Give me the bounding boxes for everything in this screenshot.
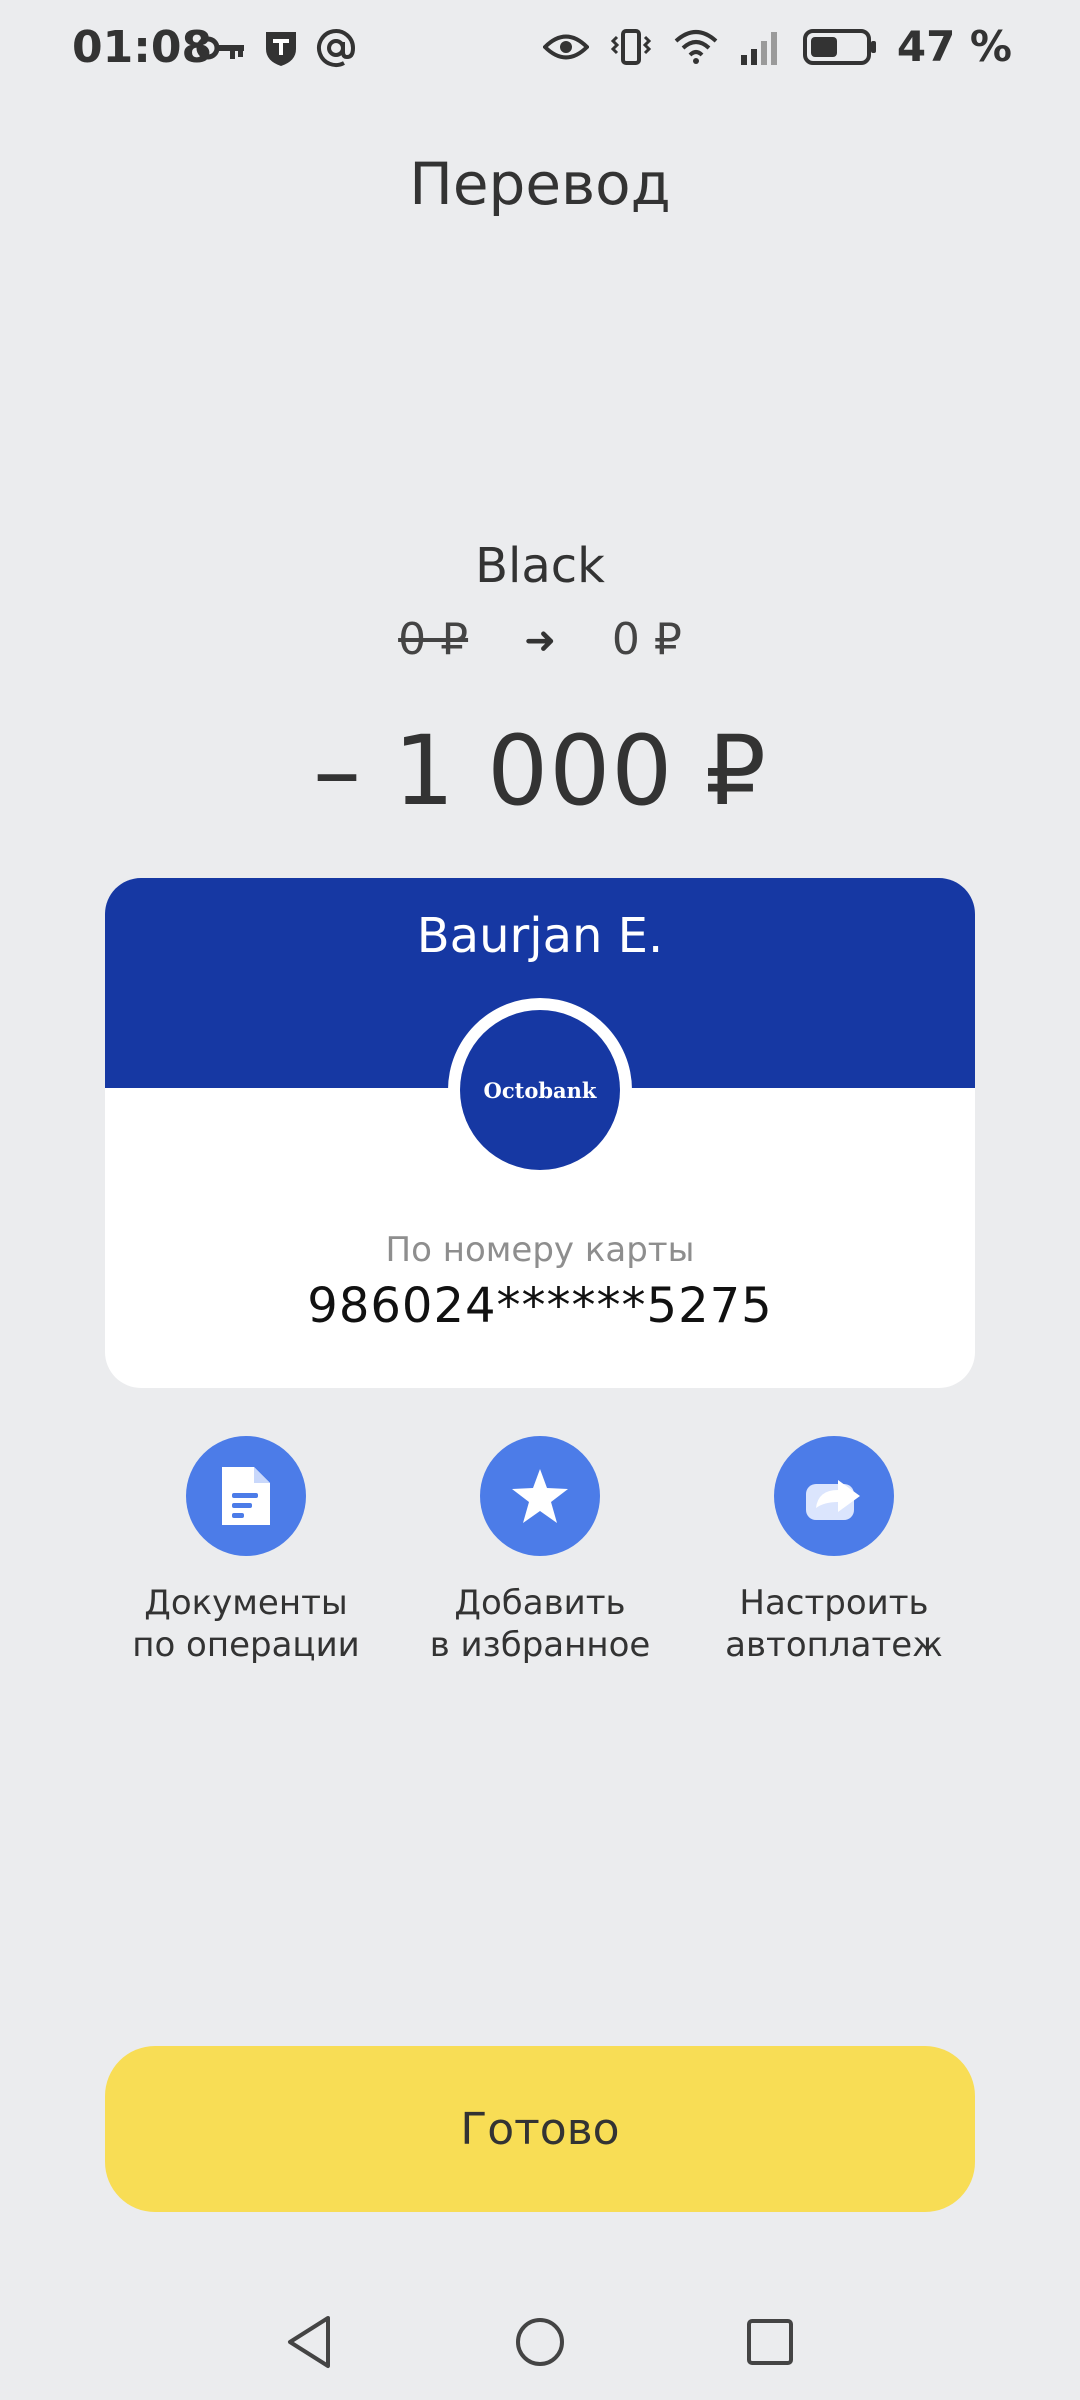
transfer-method: По номеру карты <box>385 1230 695 1270</box>
star-icon[interactable] <box>480 1436 600 1556</box>
key-icon <box>196 36 244 60</box>
bank-logo: Octobank <box>460 1010 620 1170</box>
status-right: 47 % <box>542 22 1012 71</box>
battery-icon <box>802 28 876 65</box>
navigation-bar <box>0 2300 1080 2384</box>
autopay-icon[interactable] <box>774 1436 894 1556</box>
eye-icon <box>542 34 589 59</box>
page-title: Перевод <box>409 150 671 218</box>
documents-action[interactable]: Документы по операции <box>106 1436 386 1666</box>
documents-action-label: Документы по операции <box>132 1583 360 1665</box>
recents-icon[interactable] <box>746 2318 794 2366</box>
wifi-icon <box>674 29 718 64</box>
balance-after: 0 ₽ <box>611 614 682 665</box>
signal-icon <box>740 31 777 65</box>
back-icon[interactable] <box>284 2314 334 2370</box>
done-button[interactable]: Готово <box>105 2046 975 2212</box>
add-favorite-action[interactable]: Добавить в избранное <box>400 1436 680 1666</box>
document-icon[interactable] <box>186 1436 306 1556</box>
battery-percent: 47 % <box>896 22 1012 71</box>
balance-before: 0 ₽ <box>398 614 469 665</box>
card-number: 986024******5275 <box>307 1278 773 1334</box>
vibrate-icon <box>610 28 651 65</box>
arrow-right-icon: ➜ <box>524 617 556 662</box>
recipient-card: Baurjan E. Octobank По номеру карты 9860… <box>105 878 975 1388</box>
at-icon <box>317 29 356 67</box>
autopay-action-label: Настроить автоплатеж <box>725 1583 943 1665</box>
account-name: Black <box>475 538 605 594</box>
status-bar: 01:08 47 % <box>0 0 1080 104</box>
transfer-amount: – 1 000 ₽ <box>313 715 767 827</box>
add-favorite-action-label: Добавить в избранное <box>429 1583 651 1665</box>
recipient-name: Baurjan E. <box>416 908 664 964</box>
status-time: 01:08 <box>72 22 213 73</box>
shield-t-icon <box>266 32 296 66</box>
status-left-icons <box>196 28 356 68</box>
bank-logo-text: Octobank <box>483 1077 597 1103</box>
home-icon[interactable] <box>514 2316 566 2368</box>
autopay-action[interactable]: Настроить автоплатеж <box>694 1436 974 1666</box>
balance-change: 0 ₽ ➜ 0 ₽ <box>0 614 1080 665</box>
